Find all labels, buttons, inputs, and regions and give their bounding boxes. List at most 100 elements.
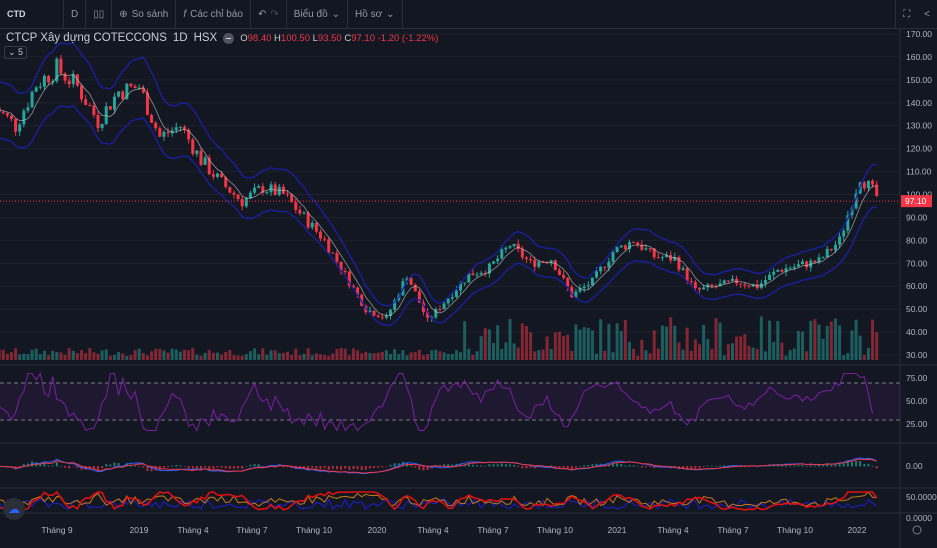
macd-histogram-bar bbox=[55, 462, 58, 467]
macd-histogram-bar bbox=[319, 466, 322, 470]
macd-histogram-bar bbox=[780, 465, 783, 467]
candle bbox=[9, 115, 13, 119]
volume-bar bbox=[413, 352, 417, 360]
macd-histogram-bar bbox=[142, 466, 145, 468]
volume-bar bbox=[207, 350, 211, 360]
volume-bar bbox=[850, 330, 854, 360]
macd-histogram-bar bbox=[822, 465, 825, 467]
macd-histogram-bar bbox=[496, 464, 499, 467]
macd-histogram-bar bbox=[101, 466, 104, 469]
candle bbox=[586, 285, 590, 287]
candle bbox=[450, 297, 454, 299]
volume-bar bbox=[253, 348, 257, 360]
volume-bar bbox=[689, 350, 693, 360]
macd-histogram-bar bbox=[216, 466, 219, 468]
candle bbox=[726, 280, 730, 282]
macd-histogram-bar bbox=[414, 466, 417, 468]
macd-histogram-bar bbox=[574, 466, 577, 468]
price-chart[interactable]: 170.00 160.00 150.00 140.00 130.00 120.00 110.… bbox=[0, 0, 937, 548]
candle bbox=[195, 150, 199, 154]
volume-bar bbox=[693, 339, 697, 360]
candle bbox=[112, 96, 116, 110]
candle bbox=[220, 173, 224, 178]
macd-histogram-bar bbox=[241, 466, 244, 469]
macd-histogram-bar bbox=[789, 465, 792, 467]
volume-bar bbox=[751, 347, 755, 360]
volume-bar bbox=[722, 355, 726, 360]
volume-bar bbox=[331, 353, 335, 360]
macd-histogram-bar bbox=[719, 465, 722, 467]
volume-bar bbox=[776, 321, 780, 360]
candle bbox=[298, 209, 302, 214]
volume-bar bbox=[211, 352, 215, 360]
volume-bar bbox=[199, 355, 203, 360]
candle bbox=[18, 124, 22, 132]
candle bbox=[582, 286, 586, 289]
volume-bar bbox=[685, 327, 689, 360]
candle bbox=[121, 91, 125, 100]
volume-bar bbox=[739, 336, 743, 360]
macd-histogram-bar bbox=[504, 464, 507, 467]
volume-bar bbox=[541, 349, 545, 360]
volume-bar bbox=[257, 354, 261, 360]
volume-bar bbox=[780, 342, 784, 360]
volume-bar bbox=[442, 352, 446, 360]
price-tick-label: 140.00 bbox=[906, 98, 932, 108]
volume-bar bbox=[302, 354, 306, 360]
volume-bar bbox=[417, 349, 421, 360]
open-label: O bbox=[240, 32, 248, 44]
price-tick-label: 120.00 bbox=[906, 144, 932, 154]
volume-bar bbox=[273, 350, 277, 360]
volume-bar bbox=[96, 353, 100, 360]
volume-bar bbox=[261, 348, 265, 360]
macd-histogram-bar bbox=[348, 466, 351, 471]
change-value: -1.20 (-1.22%) bbox=[377, 32, 439, 44]
price-tick-label: 130.00 bbox=[906, 121, 932, 131]
volume-bar bbox=[516, 347, 520, 360]
candle bbox=[689, 281, 693, 283]
volume-bar bbox=[553, 332, 557, 360]
volume-bar bbox=[430, 350, 434, 360]
candle bbox=[438, 308, 442, 310]
macd-histogram-bar bbox=[517, 466, 520, 467]
candle bbox=[656, 257, 660, 259]
volume-bar bbox=[673, 325, 677, 360]
volume-bar bbox=[537, 350, 541, 360]
time-tick-label: 2019 bbox=[130, 525, 149, 535]
volume-bar bbox=[405, 355, 409, 360]
macd-histogram-bar bbox=[162, 466, 165, 468]
volume-bar bbox=[590, 330, 594, 360]
candle bbox=[310, 222, 314, 228]
candle bbox=[343, 270, 347, 272]
macd-histogram-bar bbox=[422, 466, 425, 471]
volume-bar bbox=[335, 349, 339, 360]
candle bbox=[92, 105, 96, 116]
volume-bar bbox=[310, 355, 314, 360]
candle bbox=[376, 315, 380, 318]
macd-histogram-bar bbox=[51, 465, 54, 467]
hide-icon[interactable] bbox=[223, 32, 235, 44]
volume-bar bbox=[18, 354, 22, 360]
macd-histogram-bar bbox=[476, 465, 479, 467]
macd-histogram-bar bbox=[636, 465, 639, 467]
volume-bar bbox=[615, 323, 619, 360]
volume-bar bbox=[825, 325, 829, 360]
candle bbox=[871, 180, 875, 185]
candle bbox=[776, 269, 780, 272]
price-tick-label: 80.00 bbox=[906, 235, 928, 245]
time-tick-label: Tháng 10 bbox=[537, 525, 573, 535]
volume-bar bbox=[611, 352, 615, 360]
volume-bar bbox=[368, 353, 372, 360]
settings-gear-icon[interactable] bbox=[912, 525, 922, 535]
volume-bar bbox=[0, 348, 1, 360]
candle bbox=[611, 252, 615, 262]
collapse-indicators-button[interactable]: ⌄ 5 bbox=[4, 46, 28, 59]
volume-bar bbox=[75, 353, 79, 360]
candle bbox=[277, 186, 281, 195]
macd-histogram-bar bbox=[620, 463, 623, 467]
volume-bar bbox=[401, 350, 405, 360]
candle bbox=[314, 222, 318, 232]
volume-bar bbox=[236, 355, 240, 360]
volume-bar bbox=[545, 336, 549, 360]
volume-bar bbox=[726, 344, 730, 360]
